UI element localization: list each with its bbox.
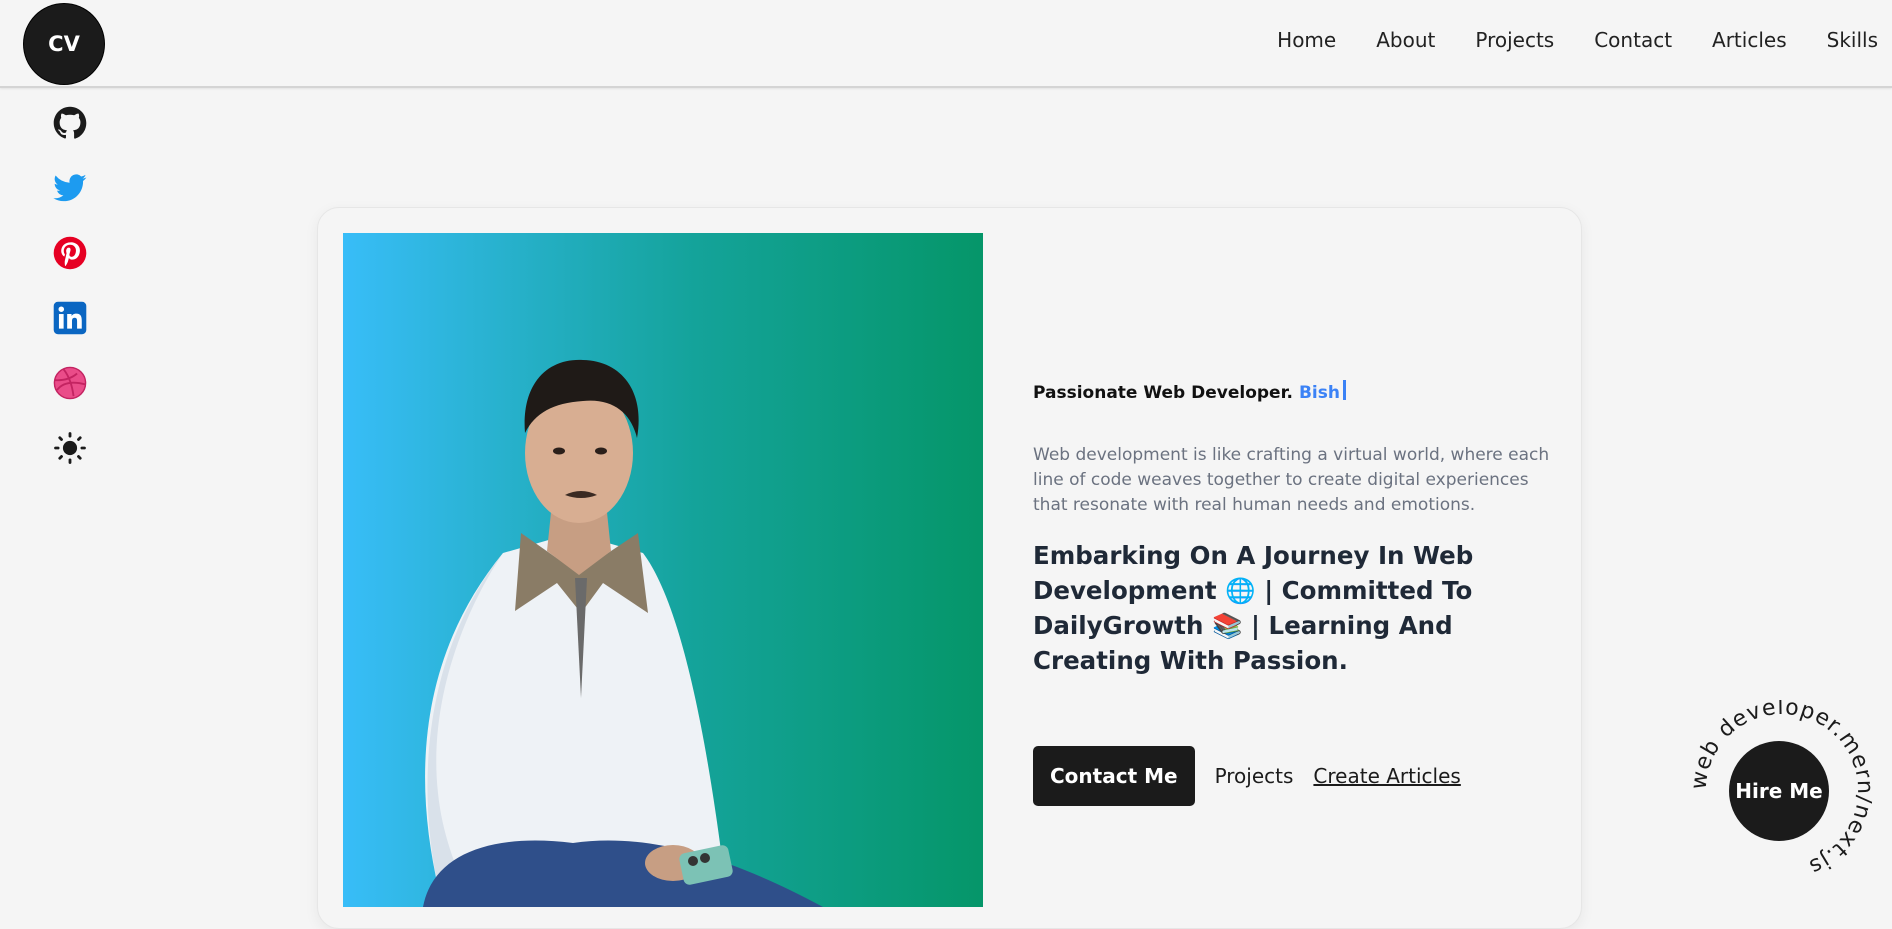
linkedin-link[interactable]	[50, 298, 90, 338]
books-emoji: 📚	[1211, 611, 1243, 640]
nav-articles-link[interactable]: Articles	[1712, 28, 1787, 52]
linkedin-icon	[53, 301, 87, 335]
contact-me-button[interactable]: Contact Me	[1033, 746, 1195, 806]
hero-actions: Contact Me Projects Create Articles	[1033, 746, 1461, 806]
site-header: CV Home About Projects Contact Articles …	[0, 0, 1892, 88]
sun-icon	[54, 432, 86, 464]
social-links	[50, 103, 90, 493]
nav-home-link[interactable]: Home	[1277, 28, 1336, 52]
dribbble-link[interactable]	[50, 363, 90, 403]
pinterest-icon	[53, 236, 87, 270]
tagline-text: Passionate Web Developer.	[1033, 383, 1294, 403]
person-illustration	[423, 359, 823, 907]
hero-headline: Embarking On A Journey In Web Developmen…	[1033, 538, 1553, 678]
dribbble-icon	[53, 366, 87, 400]
profile-photo	[343, 233, 983, 907]
typing-cursor	[1342, 380, 1346, 400]
hire-me-button[interactable]: Hire Me	[1729, 741, 1829, 841]
tagline: Passionate Web Developer. Bish	[1033, 380, 1553, 403]
projects-link[interactable]: Projects	[1215, 764, 1294, 788]
hero-content: Passionate Web Developer. Bish Web devel…	[1033, 380, 1553, 678]
nav-about-link[interactable]: About	[1376, 28, 1435, 52]
hero-description: Web development is like crafting a virtu…	[1033, 445, 1550, 515]
hire-me-badge: web developer.mern/next.js Hire Me	[1687, 695, 1877, 880]
nav-skills-link[interactable]: Skills	[1827, 28, 1878, 52]
main-nav: Home About Projects Contact Articles Ski…	[1277, 28, 1878, 52]
theme-toggle[interactable]	[50, 428, 90, 468]
nav-contact-link[interactable]: Contact	[1594, 28, 1672, 52]
logo-button[interactable]: CV	[24, 4, 104, 84]
github-link[interactable]	[50, 103, 90, 143]
create-articles-link[interactable]: Create Articles	[1313, 764, 1460, 788]
twitter-link[interactable]	[50, 168, 90, 208]
nav-projects-link[interactable]: Projects	[1475, 28, 1554, 52]
pinterest-link[interactable]	[50, 233, 90, 273]
github-icon	[53, 106, 87, 139]
globe-emoji: 🌐	[1225, 576, 1256, 605]
typed-name: Bish	[1298, 383, 1340, 403]
twitter-icon	[53, 174, 87, 202]
